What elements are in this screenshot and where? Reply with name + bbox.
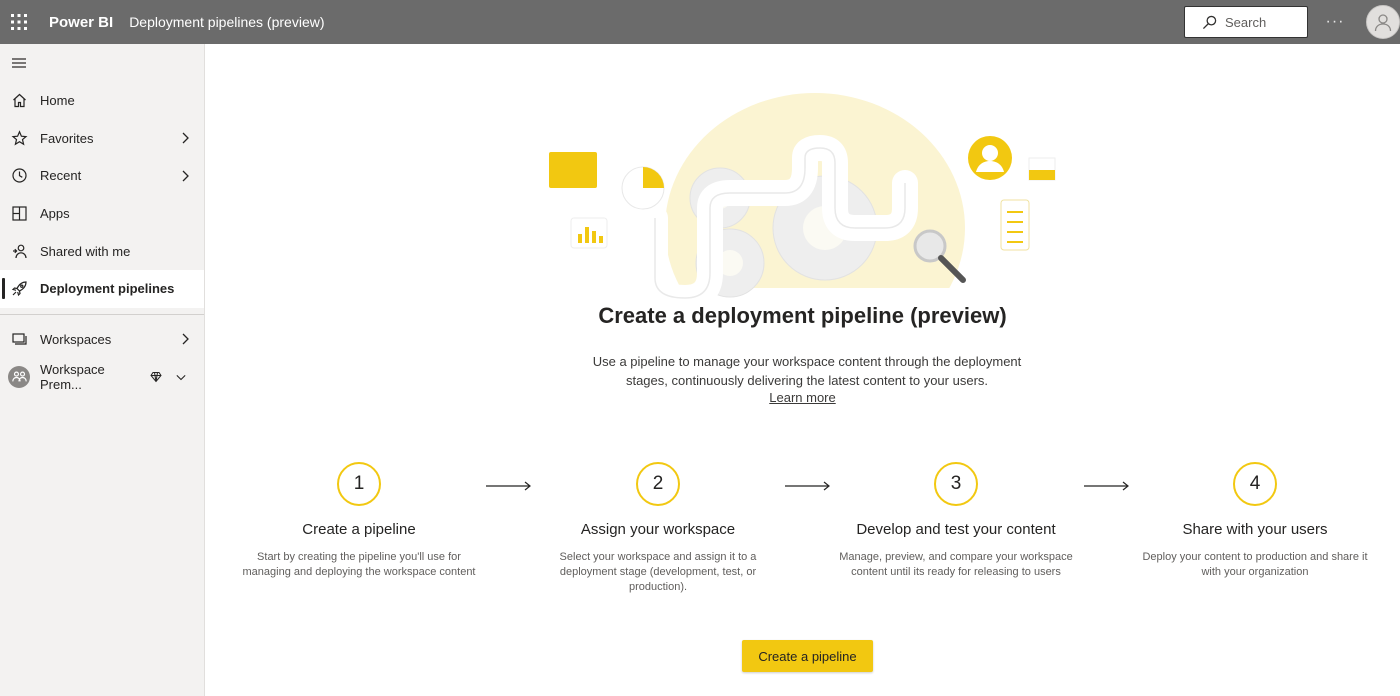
sidebar-item-apps[interactable]: Apps: [0, 195, 204, 233]
user-avatar[interactable]: [1366, 5, 1400, 39]
sidebar-item-label: Favorites: [40, 130, 94, 146]
pipeline-illustration: [549, 93, 1056, 328]
sidebar-item-label: Workspace Prem...: [40, 361, 105, 392]
chevron-right-icon[interactable]: [180, 333, 190, 345]
clock-icon: [11, 168, 27, 184]
sidebar: Home Favorites Recent Apps Shared with m…: [0, 44, 205, 696]
page-description: Use a pipeline to manage your workspace …: [592, 354, 1022, 388]
step-1: 1 Create a pipeline Start by creating th…: [224, 462, 494, 580]
create-pipeline-button[interactable]: Create a pipeline: [742, 640, 873, 672]
breadcrumb: Deployment pipelines (preview): [129, 14, 325, 30]
learn-more-link[interactable]: Learn more: [205, 390, 1400, 405]
more-options-button[interactable]: ···: [1320, 8, 1350, 36]
home-icon: [12, 93, 26, 108]
step-2: 2 Assign your workspace Select your work…: [523, 462, 793, 595]
sidebar-item-label: Home: [40, 93, 75, 109]
sidebar-item-favorites[interactable]: Favorites: [0, 120, 204, 158]
step-description: Select your workspace and assign it to a…: [559, 551, 757, 593]
step-number: 4: [1233, 462, 1277, 506]
sidebar-item-label: Shared with me: [40, 243, 131, 259]
person-icon: [1374, 14, 1392, 32]
step-description: Deploy your content to production and sh…: [1142, 551, 1368, 578]
step-number: 3: [934, 462, 978, 506]
step-description: Start by creating the pipeline you'll us…: [242, 551, 476, 578]
top-bar: Power BI Deployment pipelines (preview) …: [0, 0, 1400, 44]
step-3: 3 Develop and test your content Manage, …: [821, 462, 1091, 580]
step-description: Manage, preview, and compare your worksp…: [839, 551, 1073, 578]
page-title: Create a deployment pipeline (preview): [598, 303, 1007, 328]
hamburger-icon: [12, 58, 26, 68]
sidebar-item-workspaces[interactable]: Workspaces: [0, 321, 204, 359]
sidebar-item-recent[interactable]: Recent: [0, 157, 204, 195]
sidebar-item-label: Apps: [40, 206, 70, 222]
apps-icon: [11, 206, 27, 221]
step-4: 4 Share with your users Deploy your cont…: [1120, 462, 1390, 580]
sidebar-item-home[interactable]: Home: [0, 82, 204, 120]
shared-icon: [12, 244, 27, 258]
chevron-down-icon[interactable]: [176, 371, 186, 383]
rocket-icon: [11, 281, 27, 297]
step-title: Assign your workspace: [580, 521, 736, 538]
main-content: Create a deployment pipeline (preview) U…: [205, 44, 1400, 696]
step-title: Share with your users: [1182, 521, 1328, 538]
step-title: Create a pipeline: [302, 521, 416, 538]
chevron-right-icon[interactable]: [180, 170, 190, 182]
star-icon: [11, 130, 27, 146]
sidebar-item-deployment-pipelines[interactable]: Deployment pipelines: [0, 269, 204, 308]
search-placeholder: Search: [1225, 14, 1267, 30]
sidebar-item-workspace-premium[interactable]: Workspace Prem...: [0, 358, 204, 396]
sidebar-item-shared[interactable]: Shared with me: [0, 232, 204, 270]
sidebar-item-label: Deployment pipelines: [40, 281, 175, 297]
step-number: 1: [337, 462, 381, 506]
workspaces-icon: [11, 333, 27, 345]
search-icon: [1202, 15, 1217, 29]
search-box[interactable]: Search: [1184, 6, 1308, 38]
chevron-right-icon[interactable]: [180, 132, 190, 144]
sidebar-item-label: Recent: [40, 168, 82, 184]
workspace-avatar: [8, 365, 30, 388]
sidebar-divider: [0, 313, 204, 315]
app-name[interactable]: Power BI: [49, 14, 113, 31]
step-title: Develop and test your content: [856, 521, 1056, 538]
diamond-icon: [150, 371, 162, 383]
app-launcher-icon[interactable]: [1, 0, 37, 44]
sidebar-item-label: Workspaces: [40, 331, 112, 347]
step-number: 2: [636, 462, 680, 506]
nav-toggle-button[interactable]: [0, 44, 204, 82]
